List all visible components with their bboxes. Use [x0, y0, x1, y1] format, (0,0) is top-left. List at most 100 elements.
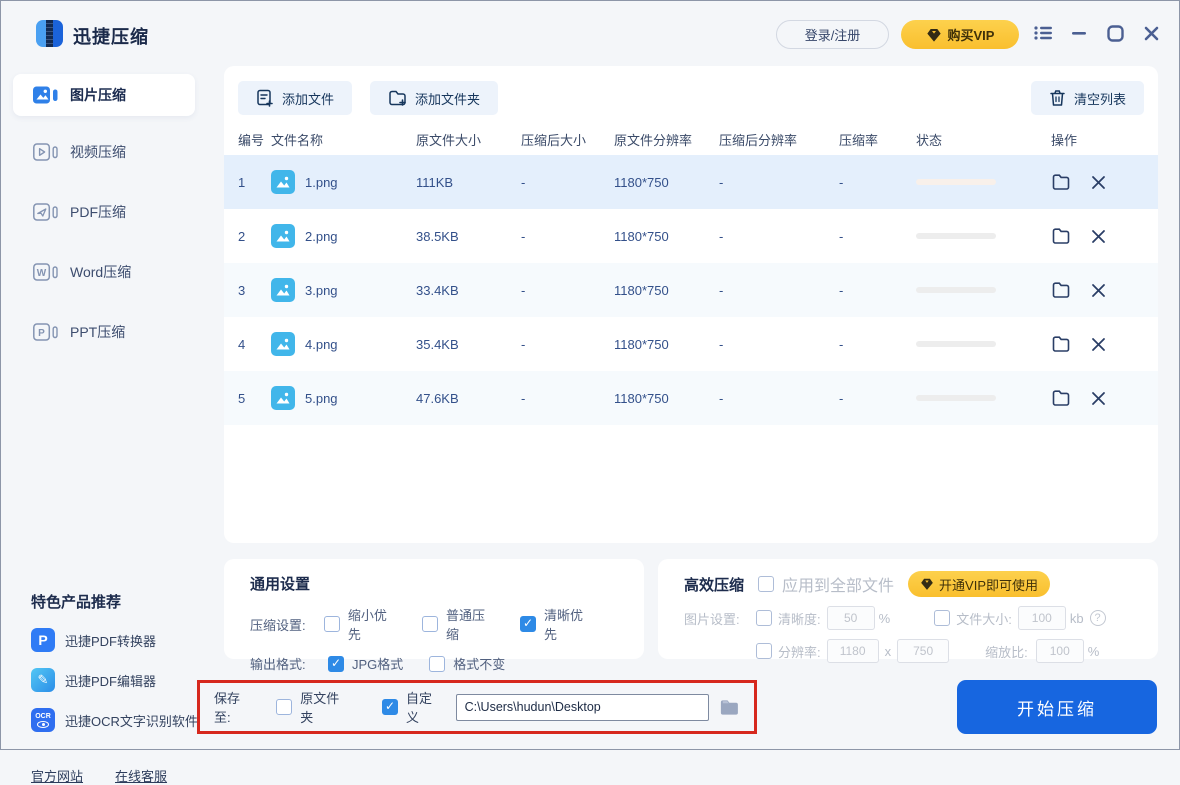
sidebar-item-word-compress[interactable]: W Word压缩 — [13, 251, 195, 293]
checkbox-unchecked[interactable] — [324, 616, 340, 632]
sidebar-item-label: 视频压缩 — [70, 142, 126, 162]
pdf-converter-icon: P — [31, 628, 55, 652]
login-register-button[interactable]: 登录/注册 — [776, 20, 889, 49]
pdf-compress-icon — [33, 202, 58, 222]
official-site-link[interactable]: 官方网站 — [31, 766, 83, 785]
option-jpg-format[interactable]: JPG格式 — [328, 654, 403, 673]
remove-file-icon[interactable] — [1091, 175, 1106, 190]
table-header-row: 编号 文件名称 原文件大小 压缩后大小 原文件分辨率 压缩后分辨率 压缩率 状态… — [224, 123, 1158, 155]
efficient-compress-panel: 高效压缩 应用到全部文件 开通VIP即可使用 图片设置: 清晰度: % 文件大小… — [658, 559, 1158, 659]
table-row[interactable]: 5 5.png 47.6KB - 1180*750 - - — [224, 371, 1158, 425]
online-support-link[interactable]: 在线客服 — [115, 766, 167, 785]
col-header-status: 状态 — [916, 130, 1051, 149]
resolution-width-input[interactable] — [827, 639, 879, 663]
progress-bar — [916, 341, 996, 347]
remove-file-icon[interactable] — [1091, 337, 1106, 352]
svg-text:W: W — [37, 268, 47, 279]
checkbox-clarity[interactable] — [756, 610, 772, 626]
sidebar-item-label: Word压缩 — [70, 262, 131, 282]
checkbox-unchecked[interactable] — [422, 616, 438, 632]
image-file-icon — [271, 332, 295, 356]
sidebar-item-pdf-compress[interactable]: PDF压缩 — [13, 191, 195, 233]
app-title: 迅捷压缩 — [73, 23, 149, 49]
table-row[interactable]: 2 2.png 38.5KB - 1180*750 - - — [224, 209, 1158, 263]
option-apply-all[interactable]: 应用到全部文件 — [758, 572, 894, 596]
col-header-name: 文件名称 — [271, 130, 416, 149]
open-vip-chip[interactable]: 开通VIP即可使用 — [908, 571, 1050, 597]
trash-icon — [1049, 89, 1066, 107]
col-header-after-resolution: 压缩后分辨率 — [719, 130, 839, 149]
option-clarity-first[interactable]: 清晰优先 — [520, 605, 592, 643]
image-file-icon — [271, 170, 295, 194]
progress-bar — [916, 179, 996, 185]
image-file-icon — [271, 386, 295, 410]
open-folder-icon[interactable] — [1051, 173, 1071, 191]
option-keep-format[interactable]: 格式不变 — [429, 654, 505, 673]
menu-list-icon[interactable] — [1033, 23, 1053, 43]
progress-bar — [916, 395, 996, 401]
checkbox-filesize[interactable] — [934, 610, 950, 626]
checkbox-checked[interactable] — [520, 616, 536, 632]
checkbox-checked[interactable] — [328, 656, 344, 672]
add-folder-icon — [388, 89, 407, 107]
sidebar-item-ppt-compress[interactable]: P PPT压缩 — [13, 311, 195, 353]
browse-folder-icon[interactable] — [719, 698, 740, 717]
option-custom-folder[interactable]: 自定义 — [382, 688, 442, 726]
table-row[interactable]: 3 3.png 33.4KB - 1180*750 - - — [224, 263, 1158, 317]
remove-file-icon[interactable] — [1091, 391, 1106, 406]
clear-list-button[interactable]: 清空列表 — [1031, 81, 1144, 115]
add-folder-button[interactable]: 添加文件夹 — [370, 81, 498, 115]
remove-file-icon[interactable] — [1091, 229, 1106, 244]
start-compress-button[interactable]: 开始压缩 — [957, 680, 1157, 734]
maximize-button[interactable] — [1105, 23, 1125, 43]
progress-bar — [916, 233, 996, 239]
option-normal-compress[interactable]: 普通压缩 — [422, 605, 494, 643]
checkbox-unchecked[interactable] — [276, 699, 292, 715]
general-settings-panel: 通用设置 压缩设置: 缩小优先 普通压缩 清晰优先 输出格式: JPG格式 — [224, 559, 644, 659]
open-folder-icon[interactable] — [1051, 335, 1071, 353]
open-folder-icon[interactable] — [1051, 281, 1071, 299]
progress-bar — [916, 287, 996, 293]
minimize-button[interactable] — [1069, 23, 1089, 43]
clarity-input[interactable] — [827, 606, 875, 630]
svg-text:P: P — [38, 328, 45, 339]
help-icon[interactable]: ? — [1090, 610, 1106, 626]
add-file-button[interactable]: 添加文件 — [238, 81, 352, 115]
save-to-label: 保存至: — [214, 688, 254, 726]
open-folder-icon[interactable] — [1051, 389, 1071, 407]
table-toolbar: 添加文件 添加文件夹 清空列表 — [224, 66, 1158, 123]
checkbox-disabled[interactable] — [758, 576, 774, 592]
word-compress-icon: W — [33, 262, 58, 282]
product-pdf-editor[interactable]: ✎ 迅捷PDF编辑器 — [31, 668, 156, 692]
filesize-input[interactable] — [1018, 606, 1066, 630]
app-window: 迅捷压缩 登录/注册 购买VIP 图片压缩 — [0, 0, 1180, 750]
buy-vip-button[interactable]: 购买VIP — [901, 20, 1019, 49]
checkbox-unchecked[interactable] — [429, 656, 445, 672]
remove-file-icon[interactable] — [1091, 283, 1106, 298]
video-compress-icon — [33, 142, 58, 162]
ppt-compress-icon: P — [33, 322, 58, 342]
col-header-size: 原文件大小 — [416, 130, 521, 149]
scale-input[interactable] — [1036, 639, 1084, 663]
option-shrink-first[interactable]: 缩小优先 — [324, 605, 396, 643]
general-settings-title: 通用设置 — [250, 573, 618, 594]
eye-icon — [37, 721, 49, 728]
table-row[interactable]: 1 1.png 111KB - 1180*750 - - — [224, 155, 1158, 209]
col-header-resolution: 原文件分辨率 — [614, 130, 719, 149]
option-original-folder[interactable]: 原文件夹 — [276, 688, 348, 726]
col-header-ratio: 压缩率 — [839, 130, 916, 149]
save-path-input[interactable] — [456, 694, 710, 721]
open-folder-icon[interactable] — [1051, 227, 1071, 245]
resolution-height-input[interactable] — [897, 639, 949, 663]
table-row[interactable]: 4 4.png 35.4KB - 1180*750 - - — [224, 317, 1158, 371]
sidebar-item-label: PPT压缩 — [70, 322, 125, 342]
product-pdf-converter[interactable]: P 迅捷PDF转换器 — [31, 628, 156, 652]
save-to-annotation-box: 保存至: 原文件夹 自定义 — [197, 680, 757, 734]
file-name: 2.png — [305, 229, 338, 244]
close-button[interactable] — [1141, 23, 1161, 43]
product-ocr[interactable]: OCR 迅捷OCR文字识别软件 — [31, 708, 198, 732]
checkbox-resolution[interactable] — [756, 643, 772, 659]
checkbox-checked[interactable] — [382, 699, 398, 715]
sidebar-item-image-compress[interactable]: 图片压缩 — [13, 74, 195, 116]
sidebar-item-video-compress[interactable]: 视频压缩 — [13, 131, 195, 173]
